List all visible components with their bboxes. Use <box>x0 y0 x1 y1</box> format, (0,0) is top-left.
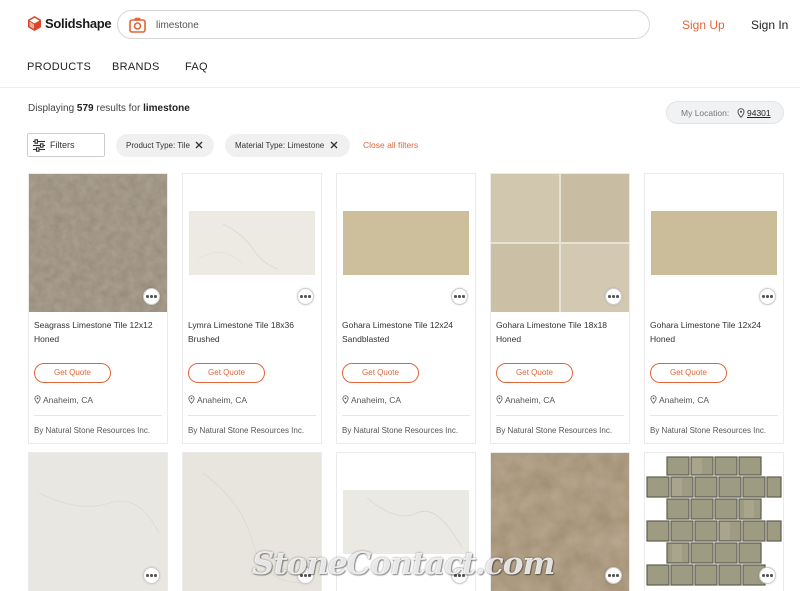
map-pin-icon <box>496 395 503 404</box>
my-location[interactable]: My Location: 94301 <box>666 101 784 124</box>
location-text: Anaheim, CA <box>43 395 94 405</box>
nav-products[interactable]: PRODUCTS <box>27 61 91 73</box>
divider <box>342 415 470 416</box>
product-title[interactable]: Seagrass Limestone Tile 12x12 Honed <box>34 318 164 346</box>
product-card[interactable] <box>644 452 784 591</box>
location-label: My Location: <box>681 108 730 118</box>
close-all-filters-link[interactable]: Close all filters <box>363 140 418 150</box>
product-card[interactable]: Gohara Limestone Tile 18x18 Honed Get Qu… <box>490 173 630 444</box>
product-card[interactable] <box>28 452 168 591</box>
product-title[interactable]: Gohara Limestone Tile 12x24 Honed <box>650 318 780 346</box>
solidshape-logo-icon <box>28 16 41 31</box>
product-location: Anaheim, CA <box>34 395 93 405</box>
more-options-button[interactable] <box>143 288 160 305</box>
watermark: StoneContact.com <box>252 546 555 582</box>
location-zip[interactable]: 94301 <box>747 108 771 118</box>
divider <box>188 415 316 416</box>
nav-faq[interactable]: FAQ <box>185 61 208 73</box>
filters-button[interactable]: Filters <box>27 133 105 157</box>
divider <box>34 415 162 416</box>
product-title[interactable]: Lymra Limestone Tile 18x36 Brushed <box>188 318 318 346</box>
get-quote-button[interactable]: Get Quote <box>650 363 727 383</box>
chip-label: Product Type: Tile <box>126 141 190 150</box>
sliders-icon <box>33 139 45 152</box>
map-pin-icon <box>188 395 195 404</box>
map-pin-icon <box>737 108 745 118</box>
filter-chip-product-type[interactable]: Product Type: Tile <box>116 134 214 157</box>
main-nav: PRODUCTS BRANDS FAQ <box>0 50 800 88</box>
more-options-button[interactable] <box>451 288 468 305</box>
more-options-button[interactable] <box>759 567 776 584</box>
results-summary: Displaying 579 results for limestone <box>28 103 190 114</box>
get-quote-button[interactable]: Get Quote <box>188 363 265 383</box>
product-location: Anaheim, CA <box>496 395 555 405</box>
top-header: Solidshape Sign Up Sign In <box>0 0 800 50</box>
seller-link[interactable]: By Natural Stone Resources Inc. <box>342 426 458 435</box>
get-quote-button[interactable]: Get Quote <box>496 363 573 383</box>
product-title[interactable]: Gohara Limestone Tile 12x24 Sandblasted <box>342 318 472 346</box>
location-text: Anaheim, CA <box>351 395 402 405</box>
get-quote-button[interactable]: Get Quote <box>342 363 419 383</box>
search-bar[interactable] <box>117 10 650 39</box>
search-input[interactable] <box>156 16 626 34</box>
get-quote-button[interactable]: Get Quote <box>34 363 111 383</box>
product-location: Anaheim, CA <box>342 395 401 405</box>
results-middle: results for <box>96 103 141 114</box>
map-pin-icon <box>34 395 41 404</box>
seller-link[interactable]: By Natural Stone Resources Inc. <box>496 426 612 435</box>
location-text: Anaheim, CA <box>659 395 710 405</box>
more-options-button[interactable] <box>605 288 622 305</box>
map-pin-icon <box>342 395 349 404</box>
close-icon[interactable] <box>329 140 339 150</box>
location-text: Anaheim, CA <box>197 395 248 405</box>
product-location: Anaheim, CA <box>188 395 247 405</box>
location-text: Anaheim, CA <box>505 395 556 405</box>
camera-icon[interactable] <box>129 17 146 33</box>
logo[interactable]: Solidshape <box>28 16 112 31</box>
results-count: 579 <box>76 103 94 114</box>
map-pin-icon <box>650 395 657 404</box>
nav-brands[interactable]: BRANDS <box>112 61 160 73</box>
filter-chip-material-type[interactable]: Material Type: Limestone <box>225 134 350 157</box>
filters-label: Filters <box>50 140 75 150</box>
results-prefix: Displaying <box>28 103 75 114</box>
more-options-button[interactable] <box>143 567 160 584</box>
more-options-button[interactable] <box>297 288 314 305</box>
product-location: Anaheim, CA <box>650 395 709 405</box>
logo-text: Solidshape <box>45 16 112 31</box>
close-icon[interactable] <box>194 140 204 150</box>
product-card[interactable]: Seagrass Limestone Tile 12x12 Honed Get … <box>28 173 168 444</box>
seller-link[interactable]: By Natural Stone Resources Inc. <box>34 426 150 435</box>
product-card[interactable]: Gohara Limestone Tile 12x24 Honed Get Qu… <box>644 173 784 444</box>
more-options-button[interactable] <box>759 288 776 305</box>
product-card[interactable]: Lymra Limestone Tile 18x36 Brushed Get Q… <box>182 173 322 444</box>
divider <box>650 415 778 416</box>
seller-link[interactable]: By Natural Stone Resources Inc. <box>188 426 304 435</box>
product-title[interactable]: Gohara Limestone Tile 18x18 Honed <box>496 318 626 346</box>
divider <box>496 415 624 416</box>
chip-label: Material Type: Limestone <box>235 141 325 150</box>
sign-in-link[interactable]: Sign In <box>751 18 788 32</box>
results-query: limestone <box>143 103 190 114</box>
sign-up-link[interactable]: Sign Up <box>682 18 725 32</box>
more-options-button[interactable] <box>605 567 622 584</box>
seller-link[interactable]: By Natural Stone Resources Inc. <box>650 426 766 435</box>
product-card[interactable]: Gohara Limestone Tile 12x24 Sandblasted … <box>336 173 476 444</box>
